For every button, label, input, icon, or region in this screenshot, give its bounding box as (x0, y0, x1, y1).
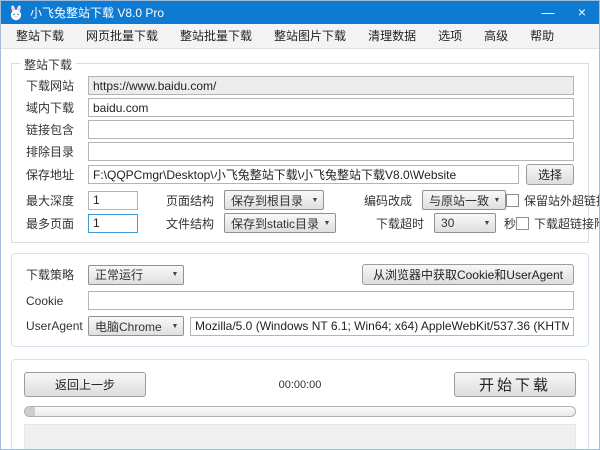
strategy-label: 下载策略 (26, 268, 75, 282)
download-site-row: 下载网站 (26, 76, 574, 95)
title-bar: 小飞兔整站下载 V8.0 Pro — × (1, 1, 599, 24)
chevron-down-icon: ▼ (171, 322, 179, 330)
cookie-label: Cookie (26, 293, 64, 308)
menu-item-options[interactable]: 选项 (427, 24, 473, 48)
download-attachments-label: 下载超链接附件 (534, 216, 599, 231)
page-structure-dropdown[interactable]: 保存到根目录 ▼ (224, 190, 324, 210)
keep-external-links-option: 保留站外超链接 (506, 192, 600, 209)
file-structure-dropdown[interactable]: 保存到static目录 ▼ (224, 213, 337, 233)
group-title: 整站下载 (20, 56, 77, 73)
status-log-area (24, 424, 576, 449)
menu-item-batch-page-download[interactable]: 网页批量下载 (75, 24, 169, 48)
download-attachments-option: 下载超链接附件 (516, 215, 599, 232)
max-depth-input[interactable] (88, 190, 138, 210)
timeout-unit-label: 秒 (504, 216, 517, 231)
window-title: 小飞兔整站下载 V8.0 Pro (30, 6, 165, 20)
save-path-label: 保存地址 (26, 168, 75, 182)
close-button[interactable]: × (565, 1, 599, 24)
menu-bar: 整站下载 网页批量下载 整站批量下载 整站图片下载 清理数据 选项 高级 帮助 (1, 24, 599, 49)
whole-site-download-group: 整站下载 下载网站 域内下载 链接包含 排除目录 保存地址 选择 (11, 56, 599, 243)
menu-item-site-image-download[interactable]: 整站图片下载 (263, 24, 357, 48)
minimize-button[interactable]: — (531, 1, 565, 24)
save-path-row: 保存地址 选择 (26, 164, 574, 185)
cookie-row: Cookie (26, 291, 574, 310)
save-path-input[interactable] (88, 165, 519, 184)
link-include-input[interactable] (88, 120, 574, 139)
useragent-row: UserAgent 电脑Chrome ▼ (26, 316, 574, 336)
timeout-label: 下载超时 (376, 216, 425, 231)
keep-external-links-checkbox[interactable] (506, 193, 520, 207)
encoding-label: 编码改成 (364, 193, 413, 208)
get-cookie-useragent-button[interactable]: 从浏览器中获取Cookie和UserAgent (361, 264, 574, 285)
menu-item-clean-data[interactable]: 清理数据 (357, 24, 427, 48)
domain-input[interactable] (88, 98, 574, 117)
download-site-input[interactable] (88, 76, 574, 95)
strategy-row: 下载策略 正常运行 ▼ 从浏览器中获取Cookie和UserAgent (26, 264, 574, 285)
pages-row: 最多页面 文件结构 保存到static目录 ▼ 下载超时 30 ▼ 秒 下载超链… (26, 213, 599, 233)
action-group: 返回上一步 00:00:00 开始下载 (11, 359, 589, 449)
max-pages-label: 最多页面 (26, 216, 75, 231)
chevron-down-icon: ▼ (493, 196, 501, 204)
exclude-dir-input[interactable] (88, 142, 574, 161)
chevron-down-icon: ▼ (483, 219, 491, 227)
useragent-preset-dropdown[interactable]: 电脑Chrome ▼ (88, 316, 184, 336)
page-structure-label: 页面结构 (166, 193, 215, 208)
start-download-button[interactable]: 开始下载 (454, 372, 576, 397)
keep-external-links-label: 保留站外超链接 (524, 193, 600, 208)
app-window: 小飞兔整站下载 V8.0 Pro — × 整站下载 网页批量下载 整站批量下载 … (0, 0, 600, 450)
link-include-row: 链接包含 (26, 120, 574, 139)
download-attachments-checkbox[interactable] (516, 216, 530, 230)
useragent-label: UserAgent (26, 319, 83, 333)
timeout-dropdown[interactable]: 30 ▼ (434, 213, 497, 233)
download-site-label: 下载网站 (26, 79, 75, 93)
menu-item-help[interactable]: 帮助 (519, 24, 565, 48)
elapsed-timer: 00:00:00 (278, 378, 322, 391)
menu-item-advanced[interactable]: 高级 (473, 24, 519, 48)
domain-label: 域内下载 (26, 101, 75, 115)
strategy-dropdown[interactable]: 正常运行 ▼ (88, 264, 184, 285)
chevron-down-icon: ▼ (171, 271, 179, 278)
link-include-label: 链接包含 (26, 123, 75, 137)
chevron-down-icon: ▼ (311, 196, 319, 204)
file-structure-label: 文件结构 (166, 216, 215, 231)
max-depth-label: 最大深度 (26, 193, 75, 208)
depth-row: 最大深度 页面结构 保存到根目录 ▼ 编码改成 与原站一致 ▼ 保留站外超链接 (26, 190, 599, 210)
domain-row: 域内下载 (26, 98, 574, 117)
back-button[interactable]: 返回上一步 (24, 372, 146, 397)
strategy-group: 下载策略 正常运行 ▼ 从浏览器中获取Cookie和UserAgent Cook… (11, 253, 589, 347)
chevron-down-icon: ▼ (323, 219, 331, 227)
progress-fill (25, 407, 35, 416)
menu-item-whole-site-download[interactable]: 整站下载 (5, 24, 75, 48)
rabbit-icon (7, 4, 24, 21)
download-progress-bar (24, 406, 576, 417)
main-content: 整站下载 下载网站 域内下载 链接包含 排除目录 保存地址 选择 (1, 49, 599, 449)
encoding-dropdown[interactable]: 与原站一致 ▼ (422, 190, 507, 210)
choose-folder-button[interactable]: 选择 (526, 164, 574, 185)
exclude-dir-label: 排除目录 (26, 145, 75, 159)
exclude-dir-row: 排除目录 (26, 142, 574, 161)
cookie-input[interactable] (88, 291, 574, 310)
menu-item-batch-site-download[interactable]: 整站批量下载 (169, 24, 263, 48)
action-row: 返回上一步 00:00:00 开始下载 (24, 372, 576, 397)
useragent-input[interactable] (190, 316, 574, 336)
max-pages-input[interactable] (88, 213, 138, 233)
